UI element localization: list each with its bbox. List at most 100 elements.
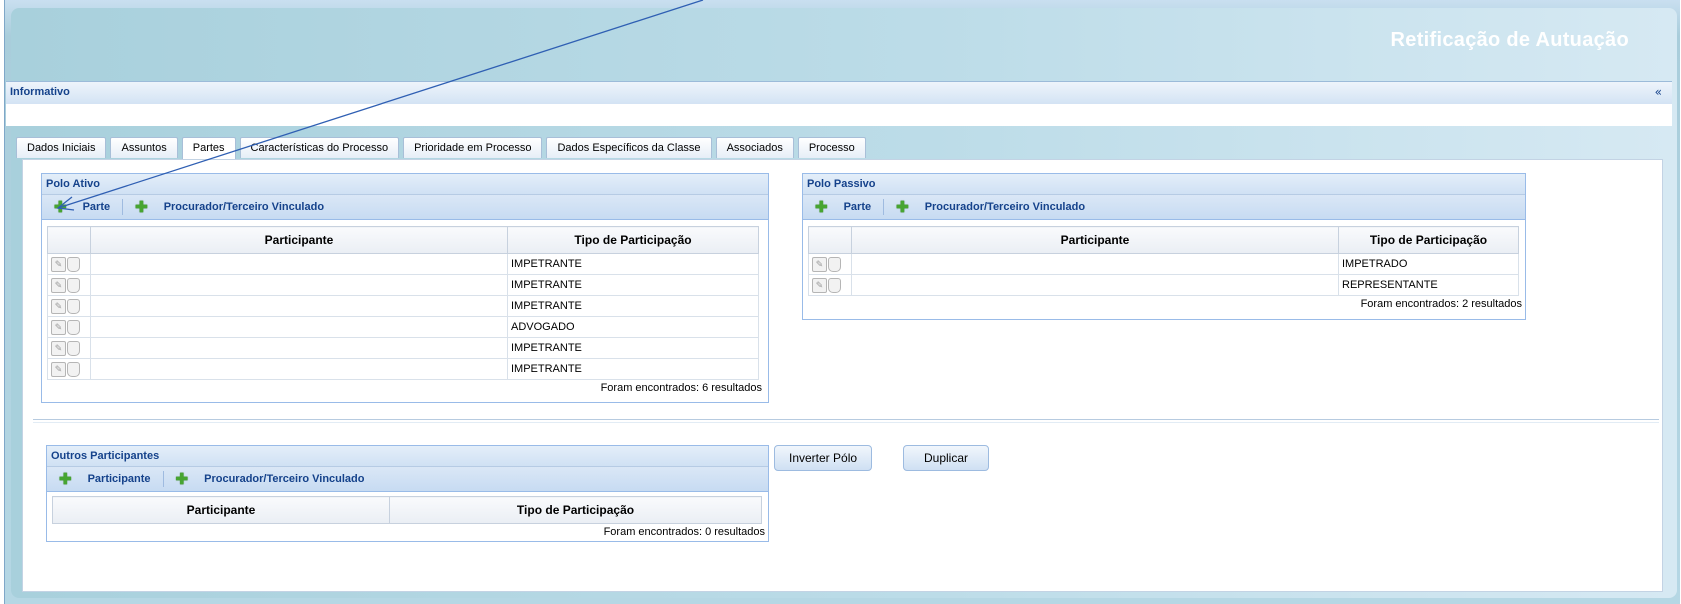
participante-cell: [90, 337, 508, 359]
polo-ativo-toolbar: ✚ Parte ✚ Procurador/Terceiro Vinculado: [42, 194, 768, 220]
table-row: ✎ IMPETRANTE: [47, 253, 759, 275]
edit-icon[interactable]: ✎: [51, 361, 66, 377]
trash-icon[interactable]: [67, 277, 80, 293]
add-procurador-label: Procurador/Terceiro Vinculado: [204, 473, 365, 485]
edit-icon[interactable]: ✎: [51, 277, 66, 293]
polo-passivo-panel: Polo Passivo ✚ Parte ✚ Procurador/Tercei…: [802, 173, 1526, 320]
table-row: ✎ IMPETRADO: [808, 253, 1519, 275]
outros-table: Participante Tipo de Participação: [52, 496, 762, 524]
add-icon: ✚: [135, 198, 148, 216]
outros-participantes-panel: Outros Participantes ✚ Participante ✚ Pr…: [46, 445, 769, 542]
table-row: ✎ ADVOGADO: [47, 316, 759, 338]
add-parte-button[interactable]: ✚ Parte: [803, 196, 883, 218]
add-procurador-label: Procurador/Terceiro Vinculado: [924, 201, 1086, 213]
row-actions: ✎: [808, 253, 852, 275]
tipo-cell: ADVOGADO: [507, 316, 759, 338]
add-procurador-button[interactable]: ✚ Procurador/Terceiro Vinculado: [884, 196, 1097, 218]
partes-content: Polo Ativo ✚ Parte ✚ Procurador/Terceiro…: [22, 159, 1663, 592]
tab-dados-especificos[interactable]: Dados Específicos da Classe: [546, 137, 712, 158]
table-header-row: Participante Tipo de Participação: [808, 226, 1519, 254]
edit-icon[interactable]: ✎: [51, 256, 66, 272]
result-count: Foram encontrados: 6 resultados: [600, 382, 762, 394]
table-row: ✎ REPRESENTANTE: [808, 274, 1519, 296]
tipo-cell: IMPETRANTE: [507, 274, 759, 296]
outros-participantes-title: Outros Participantes: [47, 446, 768, 466]
tab-bar: Dados Iniciais Assuntos Partes Caracterí…: [16, 137, 866, 159]
edit-icon[interactable]: ✎: [51, 298, 66, 314]
row-actions: ✎: [808, 274, 852, 296]
add-icon: ✚: [175, 470, 189, 488]
informativo-body: [6, 104, 1672, 126]
edit-icon[interactable]: ✎: [812, 256, 827, 272]
edit-icon[interactable]: ✎: [51, 340, 66, 356]
trash-icon[interactable]: [67, 256, 80, 272]
tab-partes[interactable]: Partes: [181, 137, 236, 159]
tipo-column-header[interactable]: Tipo de Participação: [389, 496, 762, 524]
trash-icon[interactable]: [67, 319, 80, 335]
add-participante-button[interactable]: ✚ Participante: [47, 468, 163, 490]
duplicar-button[interactable]: Duplicar: [903, 445, 990, 471]
add-icon: ✚: [54, 198, 67, 216]
edit-icon[interactable]: ✎: [51, 319, 66, 335]
add-parte-label: Parte: [82, 201, 111, 213]
add-parte-button[interactable]: ✚ Parte: [42, 196, 122, 218]
tab-dados-iniciais[interactable]: Dados Iniciais: [16, 137, 107, 158]
participante-column-header[interactable]: Participante: [90, 226, 508, 254]
tipo-cell: IMPETRANTE: [507, 295, 759, 317]
add-icon: ✚: [896, 198, 909, 216]
informativo-label: Informativo: [10, 86, 70, 98]
add-icon: ✚: [59, 470, 72, 488]
trash-icon[interactable]: [828, 256, 841, 272]
actions-column-header: [808, 226, 852, 254]
collapse-icon[interactable]: «: [1655, 85, 1662, 99]
trash-icon[interactable]: [67, 361, 80, 377]
informativo-bar[interactable]: Informativo «: [6, 81, 1672, 105]
page-title: Retificação de Autuação: [1390, 29, 1629, 51]
tipo-cell: IMPETRANTE: [507, 337, 759, 359]
tipo-column-header[interactable]: Tipo de Participação: [507, 226, 759, 254]
participante-cell: [90, 253, 508, 275]
participante-cell: [90, 316, 508, 338]
tipo-cell: IMPETRANTE: [507, 253, 759, 275]
tab-processo[interactable]: Processo: [797, 137, 866, 158]
row-actions: ✎: [47, 337, 91, 359]
tipo-cell: IMPETRANTE: [507, 358, 759, 380]
participante-cell: [851, 253, 1339, 275]
trash-icon[interactable]: [828, 277, 841, 293]
participante-column-header[interactable]: Participante: [52, 496, 390, 524]
edit-icon[interactable]: ✎: [812, 277, 827, 293]
add-procurador-label: Procurador/Terceiro Vinculado: [163, 201, 325, 213]
polo-passivo-table: Participante Tipo de Participação ✎ IMPE…: [808, 226, 1519, 296]
add-participante-label: Participante: [87, 473, 151, 485]
polo-ativo-table: Participante Tipo de Participação ✎ IMPE…: [47, 226, 759, 380]
table-row: ✎ IMPETRANTE: [47, 358, 759, 380]
polo-ativo-panel: Polo Ativo ✚ Parte ✚ Procurador/Terceiro…: [41, 173, 769, 403]
tab-caracteristicas[interactable]: Características do Processo: [239, 137, 400, 158]
actions-column-header: [47, 226, 91, 254]
polo-passivo-toolbar: ✚ Parte ✚ Procurador/Terceiro Vinculado: [803, 194, 1525, 220]
add-procurador-button[interactable]: ✚ Procurador/Terceiro Vinculado: [123, 196, 336, 218]
trash-icon[interactable]: [67, 298, 80, 314]
participante-column-header[interactable]: Participante: [851, 226, 1339, 254]
row-actions: ✎: [47, 316, 91, 338]
row-actions: ✎: [47, 253, 91, 275]
add-procurador-button[interactable]: ✚ Procurador/Terceiro Vinculado: [164, 468, 377, 490]
trash-icon[interactable]: [67, 340, 80, 356]
tipo-cell: IMPETRADO: [1338, 253, 1519, 275]
tab-prioridade[interactable]: Prioridade em Processo: [403, 137, 543, 158]
table-row: ✎ IMPETRANTE: [47, 295, 759, 317]
tab-associados[interactable]: Associados: [715, 137, 794, 158]
row-actions: ✎: [47, 274, 91, 296]
tab-assuntos[interactable]: Assuntos: [110, 137, 178, 158]
tipo-column-header[interactable]: Tipo de Participação: [1338, 226, 1519, 254]
outros-toolbar: ✚ Participante ✚ Procurador/Terceiro Vin…: [47, 466, 768, 492]
table-header-row: Participante Tipo de Participação: [52, 496, 762, 524]
polo-passivo-title: Polo Passivo: [803, 174, 1525, 194]
tipo-cell: REPRESENTANTE: [1338, 274, 1519, 296]
table-row: ✎ IMPETRANTE: [47, 337, 759, 359]
result-count: Foram encontrados: 0 resultados: [603, 526, 765, 538]
row-actions: ✎: [47, 358, 91, 380]
inverter-polo-button[interactable]: Inverter Pólo: [774, 445, 873, 471]
section-divider: [33, 419, 1659, 423]
participante-cell: [90, 274, 508, 296]
